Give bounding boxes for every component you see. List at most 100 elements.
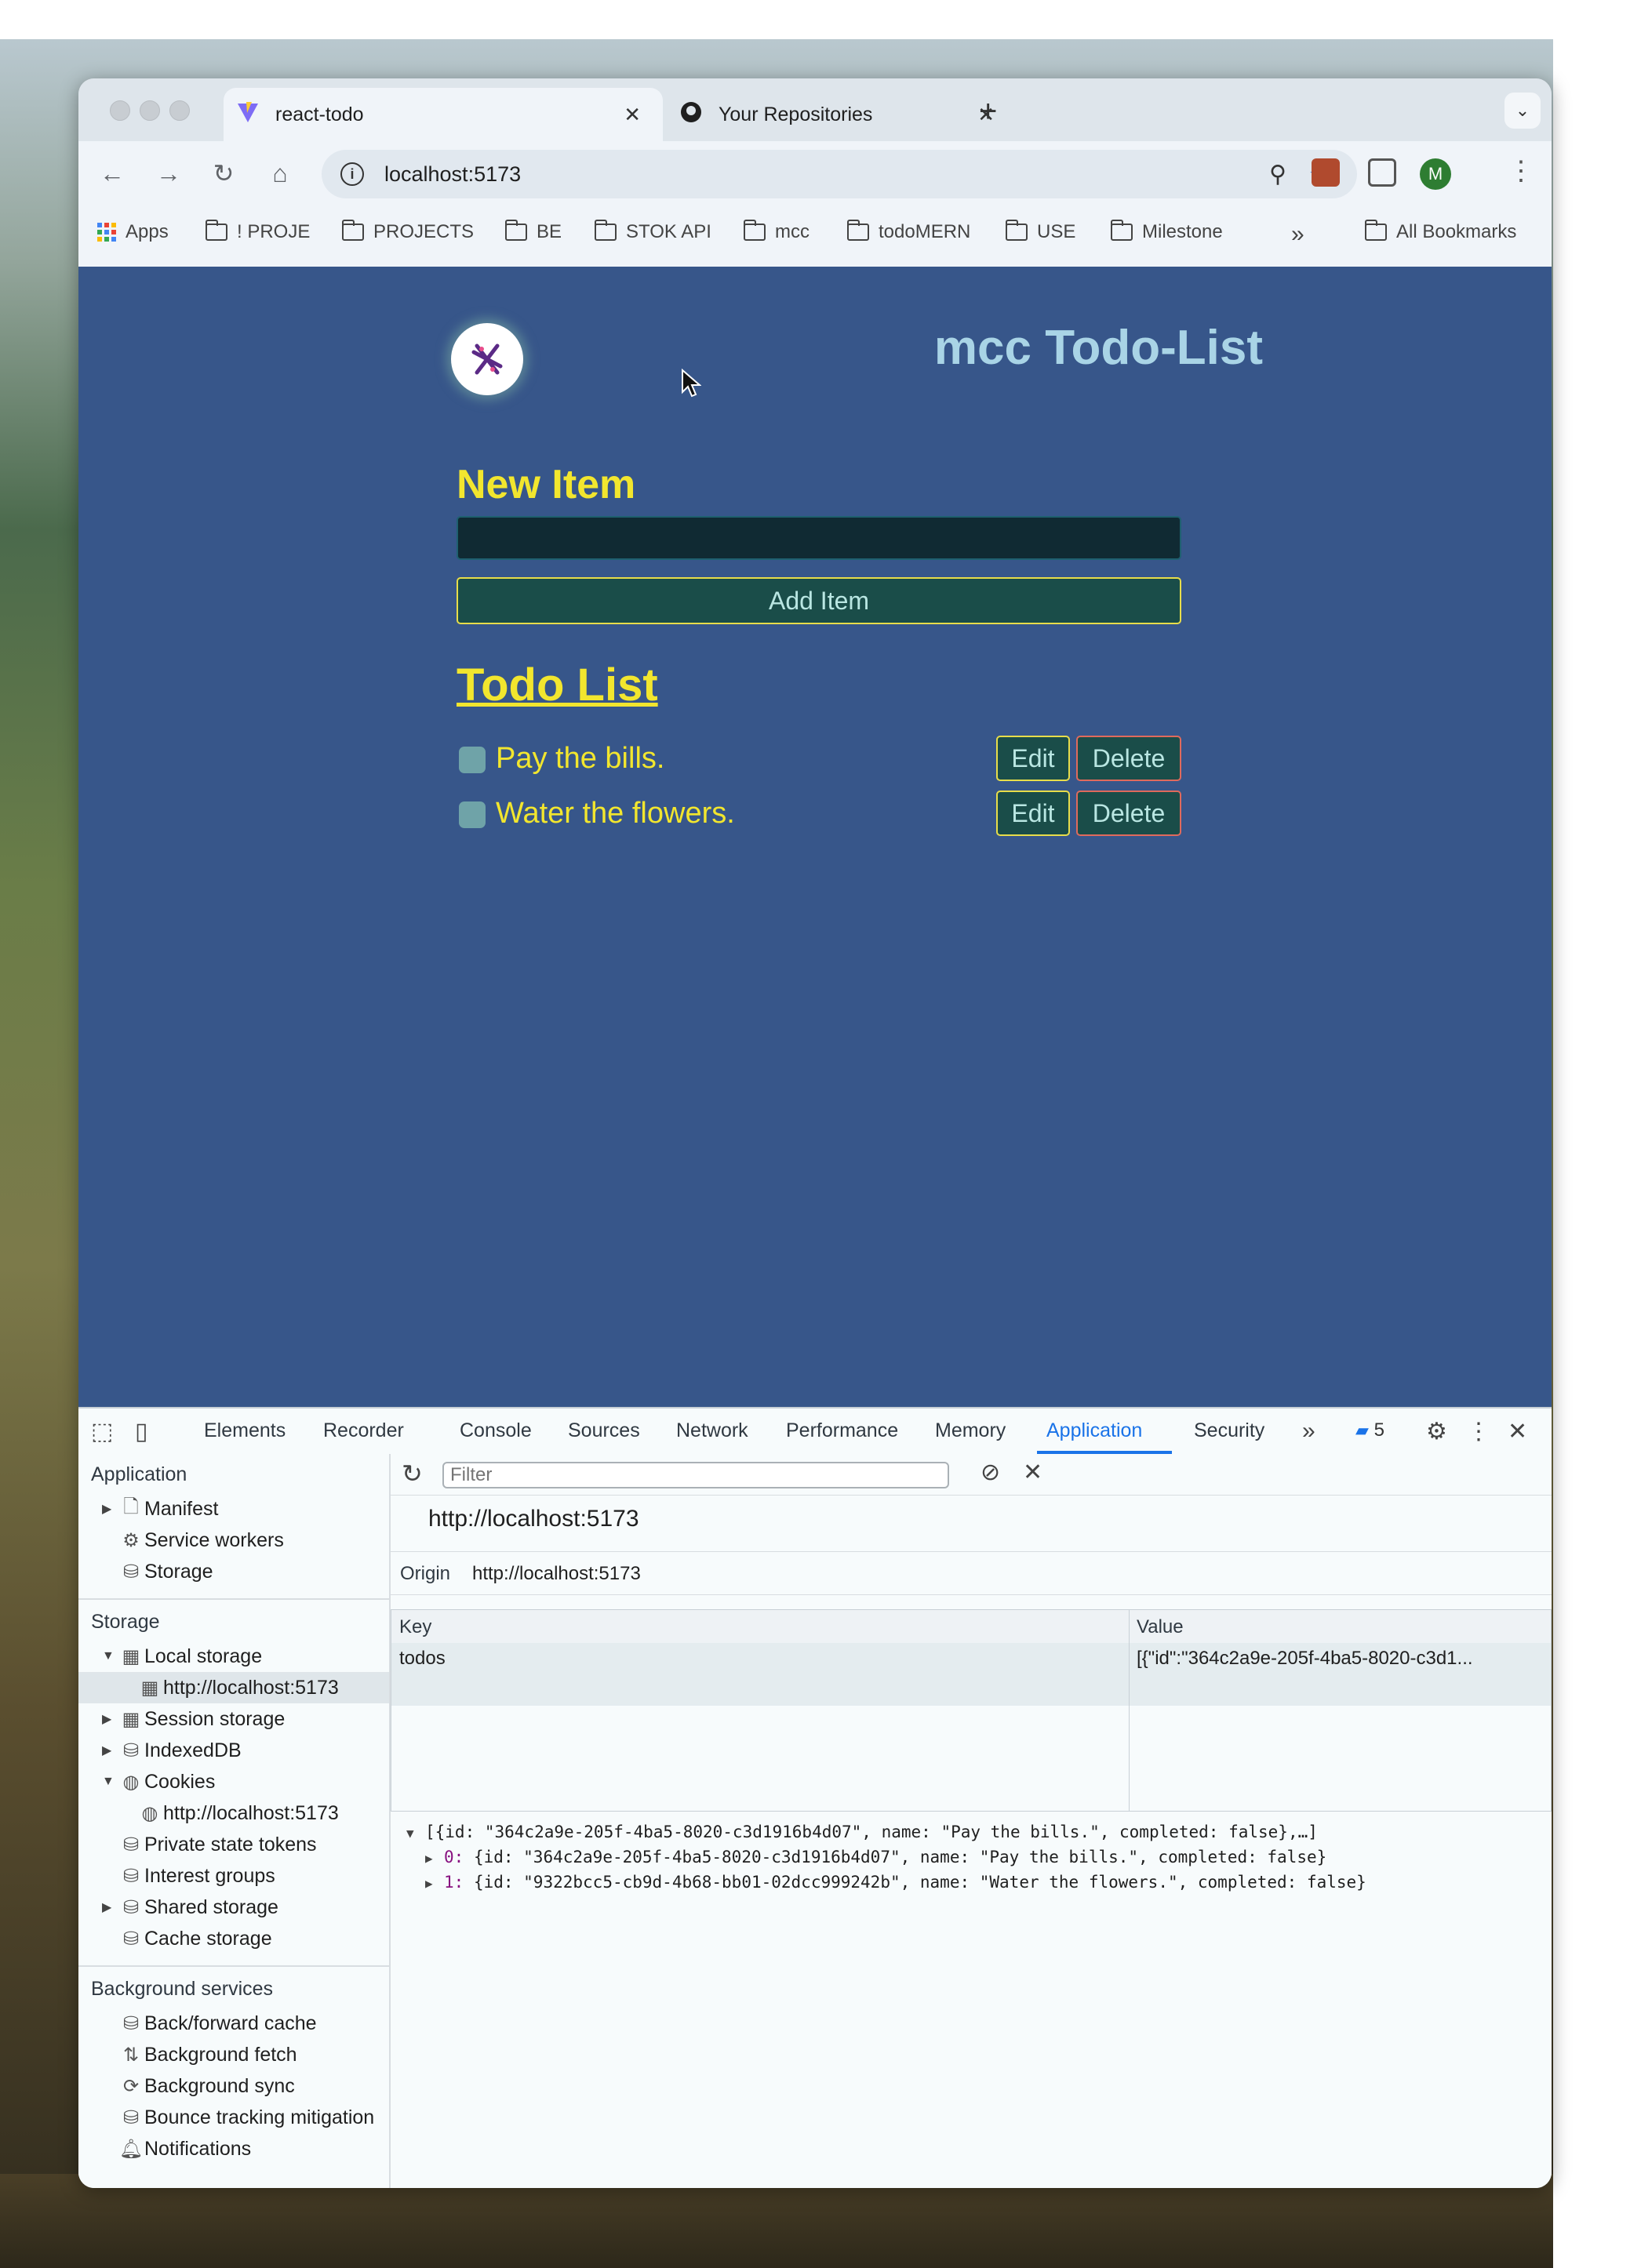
bookmark-folder[interactable]: BE bbox=[505, 220, 562, 243]
reload-icon[interactable]: ↻ bbox=[206, 155, 242, 191]
tab-performance[interactable]: Performance bbox=[786, 1419, 898, 1442]
sidebar-item-background-fetch[interactable]: ⇅ Background fetch bbox=[118, 2039, 297, 2070]
sidebar-item-bounce-tracking[interactable]: ⛁ Bounce tracking mitigation bbox=[118, 2102, 374, 2133]
bookmark-folder[interactable]: ! PROJE bbox=[206, 220, 310, 243]
bookmark-folder[interactable]: Milestone bbox=[1111, 220, 1223, 243]
edit-button[interactable]: Edit bbox=[996, 736, 1070, 781]
extension-icon[interactable] bbox=[1312, 158, 1340, 187]
tab-console[interactable]: Console bbox=[460, 1419, 532, 1442]
sidebar-item-private-state-tokens[interactable]: ⛁ Private state tokens bbox=[118, 1829, 317, 1860]
expand-triangle-icon[interactable]: ▶ bbox=[102, 1899, 118, 1915]
sidebar-item-cookies-origin[interactable]: ◍ http://localhost:5173 bbox=[136, 1797, 339, 1829]
browser-toolbar: ← → ↻ ⌂ i localhost:5173 ⚲ ★ M ⋮ bbox=[78, 141, 1552, 205]
maximize-window-button[interactable] bbox=[169, 100, 190, 121]
preview-summary[interactable]: ▼ [{id: "364c2a9e-205f-4ba5-8020-c3d1916b… bbox=[406, 1823, 1366, 1848]
device-toolbar-icon[interactable]: ▯ bbox=[135, 1418, 148, 1445]
tab-search-chevron-icon[interactable]: ⌄ bbox=[1504, 93, 1541, 129]
mouse-cursor-icon bbox=[682, 369, 701, 398]
tab-memory[interactable]: Memory bbox=[935, 1419, 1006, 1442]
bookmark-folder[interactable]: todoMERN bbox=[847, 220, 970, 243]
new-tab-icon[interactable]: + bbox=[979, 94, 997, 129]
bookmark-apps[interactable]: Apps bbox=[97, 221, 169, 243]
todo-item: Water the flowers. Edit Delete bbox=[457, 791, 1181, 838]
address-text[interactable]: localhost:5173 bbox=[384, 162, 521, 187]
folder-icon bbox=[847, 220, 869, 241]
back-icon[interactable]: ← bbox=[94, 155, 130, 191]
sidebar-item-notifications[interactable]: 🔔︎ Notifications bbox=[118, 2133, 251, 2164]
expand-triangle-icon[interactable]: ▶ bbox=[102, 1743, 118, 1758]
local-storage-view: ↻ ⊘ ✕ http://localhost:5173 Origin http:… bbox=[391, 1454, 1552, 2188]
sidebar-item-indexeddb[interactable]: ▶ ⛁ IndexedDB bbox=[102, 1735, 242, 1766]
browser-menu-icon[interactable]: ⋮ bbox=[1508, 155, 1534, 187]
delete-button[interactable]: Delete bbox=[1076, 736, 1181, 781]
issues-badge[interactable]: ▰ 5 bbox=[1355, 1419, 1384, 1441]
sidebar-item-cookies[interactable]: ▼ ◍ Cookies bbox=[102, 1766, 215, 1797]
collapse-triangle-icon[interactable]: ▼ bbox=[102, 1649, 118, 1663]
table-row[interactable]: todos [{"id":"364c2a9e-205f-4ba5-8020-c3… bbox=[391, 1643, 1551, 1706]
filter-input[interactable] bbox=[442, 1462, 949, 1488]
sidebar-item-local-storage-origin[interactable]: ▦ http://localhost:5173 bbox=[78, 1672, 389, 1703]
column-header-value[interactable]: Value bbox=[1137, 1616, 1184, 1638]
home-icon[interactable]: ⌂ bbox=[262, 155, 298, 191]
sidebar-item-back-forward-cache[interactable]: ⛁ Back/forward cache bbox=[118, 2008, 317, 2039]
bookmark-folder[interactable]: USE bbox=[1006, 220, 1075, 243]
delete-selected-icon[interactable]: ✕ bbox=[1023, 1459, 1042, 1486]
expand-triangle-icon[interactable]: ▶ bbox=[102, 1711, 118, 1727]
site-info-icon[interactable]: i bbox=[340, 162, 364, 186]
column-header-key[interactable]: Key bbox=[399, 1616, 431, 1638]
address-bar[interactable]: i localhost:5173 ⚲ ★ bbox=[322, 150, 1357, 198]
tab-your-repositories[interactable]: Your Repositories ✕ bbox=[596, 88, 1035, 141]
clear-all-icon[interactable]: ⊘ bbox=[981, 1459, 1000, 1486]
profile-avatar[interactable]: M bbox=[1420, 158, 1451, 190]
more-bookmarks-chevron-icon[interactable]: » bbox=[1291, 221, 1304, 248]
todo-checkbox[interactable] bbox=[459, 747, 486, 773]
sidebar-item-storage[interactable]: ⛁ Storage bbox=[118, 1556, 213, 1587]
inspect-element-icon[interactable]: ⬚ bbox=[91, 1418, 113, 1445]
add-item-button[interactable]: Add Item bbox=[457, 577, 1181, 624]
collapse-triangle-icon[interactable]: ▼ bbox=[406, 1826, 425, 1841]
todo-checkbox[interactable] bbox=[459, 801, 486, 828]
sidebar-item-session-storage[interactable]: ▶ ▦ Session storage bbox=[102, 1703, 285, 1735]
expand-triangle-icon[interactable]: ▶ bbox=[102, 1501, 118, 1517]
settings-gear-icon[interactable]: ⚙ bbox=[1426, 1418, 1447, 1445]
expand-triangle-icon[interactable]: ▶ bbox=[425, 1851, 444, 1866]
expand-triangle-icon[interactable]: ▶ bbox=[425, 1876, 444, 1891]
preview-item[interactable]: ▶ 0: {id: "364c2a9e-205f-4ba5-8020-c3d191… bbox=[406, 1848, 1366, 1873]
row-value[interactable]: [{"id":"364c2a9e-205f-4ba5-8020-c3d1... bbox=[1137, 1648, 1473, 1670]
all-bookmarks[interactable]: All Bookmarks bbox=[1365, 220, 1516, 243]
collapse-triangle-icon[interactable]: ▼ bbox=[102, 1775, 118, 1789]
new-item-input[interactable] bbox=[457, 516, 1181, 560]
browser-window: react-todo ✕ Your Repositories ✕ + ⌄ ← →… bbox=[78, 78, 1552, 2188]
tab-elements[interactable]: Elements bbox=[204, 1419, 286, 1442]
github-favicon-icon bbox=[679, 100, 703, 129]
tab-sources[interactable]: Sources bbox=[568, 1419, 640, 1442]
more-tabs-chevron-icon[interactable]: » bbox=[1302, 1418, 1315, 1445]
forward-icon[interactable]: → bbox=[151, 155, 187, 191]
minimize-window-button[interactable] bbox=[140, 100, 160, 121]
tab-recorder[interactable]: Recorder bbox=[323, 1419, 404, 1442]
sidebar-item-local-storage[interactable]: ▼ ▦ Local storage bbox=[102, 1641, 262, 1672]
close-window-button[interactable] bbox=[110, 100, 130, 121]
preview-item[interactable]: ▶ 1: {id: "9322bcc5-cb9d-4b68-bb01-02dcc9… bbox=[406, 1873, 1366, 1898]
delete-button[interactable]: Delete bbox=[1076, 791, 1181, 836]
sidebar-item-cache-storage[interactable]: ⛁ Cache storage bbox=[118, 1923, 272, 1954]
tab-network[interactable]: Network bbox=[676, 1419, 748, 1442]
extensions-puzzle-icon[interactable] bbox=[1368, 158, 1396, 187]
sidebar-item-shared-storage[interactable]: ▶ ⛁ Shared storage bbox=[102, 1892, 278, 1923]
bookmark-folder[interactable]: PROJECTS bbox=[342, 220, 474, 243]
edit-button[interactable]: Edit bbox=[996, 791, 1070, 836]
refresh-icon[interactable]: ↻ bbox=[402, 1459, 423, 1488]
sidebar-item-background-sync[interactable]: ⟳ Background sync bbox=[118, 2070, 295, 2102]
tab-security[interactable]: Security bbox=[1194, 1419, 1264, 1442]
close-devtools-icon[interactable]: ✕ bbox=[1508, 1418, 1527, 1445]
bookmark-folder[interactable]: mcc bbox=[744, 220, 810, 243]
sidebar-item-interest-groups[interactable]: ⛁ Interest groups bbox=[118, 1860, 275, 1892]
sidebar-item-service-workers[interactable]: ⚙ Service workers bbox=[118, 1525, 284, 1556]
bookmark-folder[interactable]: STOK API bbox=[595, 220, 711, 243]
devtools-menu-icon[interactable]: ⋮ bbox=[1467, 1418, 1490, 1445]
sidebar-item-manifest[interactable]: ▶ 🗋 Manifest bbox=[102, 1493, 218, 1525]
todo-list-title: Todo List bbox=[457, 660, 658, 711]
row-key[interactable]: todos bbox=[399, 1648, 446, 1670]
zoom-icon[interactable]: ⚲ bbox=[1269, 161, 1286, 188]
tab-application[interactable]: Application bbox=[1046, 1419, 1142, 1442]
